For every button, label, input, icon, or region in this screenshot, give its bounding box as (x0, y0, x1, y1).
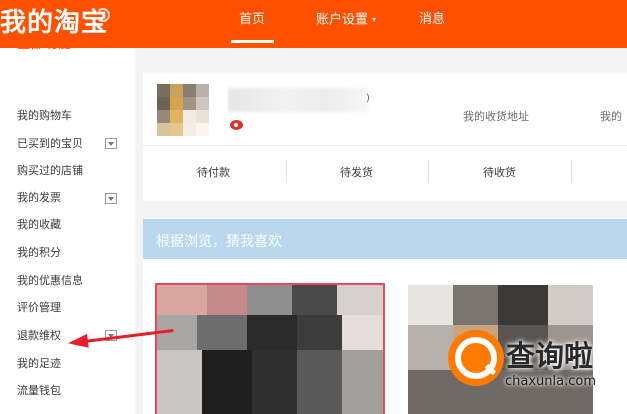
nav-account-settings-label: 账户设置 (316, 12, 369, 28)
nav-account-settings[interactable]: 账户设置 ▾ (316, 0, 376, 48)
annotation-arrow-head (67, 333, 89, 351)
divider (286, 160, 287, 182)
sidebar-item-points[interactable]: 我的积分 (17, 243, 61, 263)
expand-toggle-icon[interactable] (105, 193, 117, 204)
sidebar-item-data-wallet[interactable]: 流量钱包 (17, 381, 61, 401)
tab-pending-payment[interactable]: 待付款 (197, 164, 230, 180)
tab-pending-receipt[interactable]: 待收货 (483, 164, 516, 180)
expand-toggle-icon[interactable] (105, 138, 117, 149)
watermark-q-icon (455, 337, 497, 379)
sidebar-title[interactable]: 全部功能 (17, 32, 71, 52)
sidebar-item-reviews[interactable]: 评价管理 (17, 298, 61, 318)
avatar[interactable] (157, 84, 209, 136)
profile-card (143, 73, 627, 201)
watermark-brand: 查询啦 (506, 339, 594, 373)
product-card[interactable] (155, 283, 385, 414)
sidebar-item-cart[interactable]: 我的购物车 (17, 106, 72, 126)
username-suffix: ) (366, 93, 370, 104)
username-blurred (228, 88, 368, 112)
sidebar-item-coupons[interactable]: 我的优惠信息 (17, 271, 83, 291)
nav-messages[interactable]: 消息 (419, 0, 445, 48)
nav-active-indicator (231, 40, 274, 43)
sidebar-item-invoice[interactable]: 我的发票 (17, 188, 61, 208)
sidebar-item-shops[interactable]: 购买过的店铺 (17, 161, 83, 181)
watermark-domain: chaxunla.com (505, 374, 596, 389)
recommend-title: 根据浏览，猜我喜欢 (156, 234, 282, 250)
divider (428, 160, 429, 182)
sidebar-item-favorites[interactable]: 我的收藏 (17, 215, 61, 235)
weibo-icon[interactable] (230, 120, 243, 130)
divider (571, 160, 572, 182)
my-more-link[interactable]: 我的 (600, 108, 622, 124)
sidebar-item-bought[interactable]: 已买到的宝贝 (17, 134, 83, 154)
chevron-down-icon: ▾ (372, 15, 377, 24)
shipping-address-link[interactable]: 我的收货地址 (463, 108, 529, 124)
tab-pending-shipment[interactable]: 待发货 (340, 164, 373, 180)
logo-decoration (96, 8, 110, 22)
sidebar-item-refunds[interactable]: 退款维权 (17, 326, 61, 346)
sidebar-item-footprints[interactable]: 我的足迹 (17, 354, 61, 374)
divider (143, 145, 627, 146)
